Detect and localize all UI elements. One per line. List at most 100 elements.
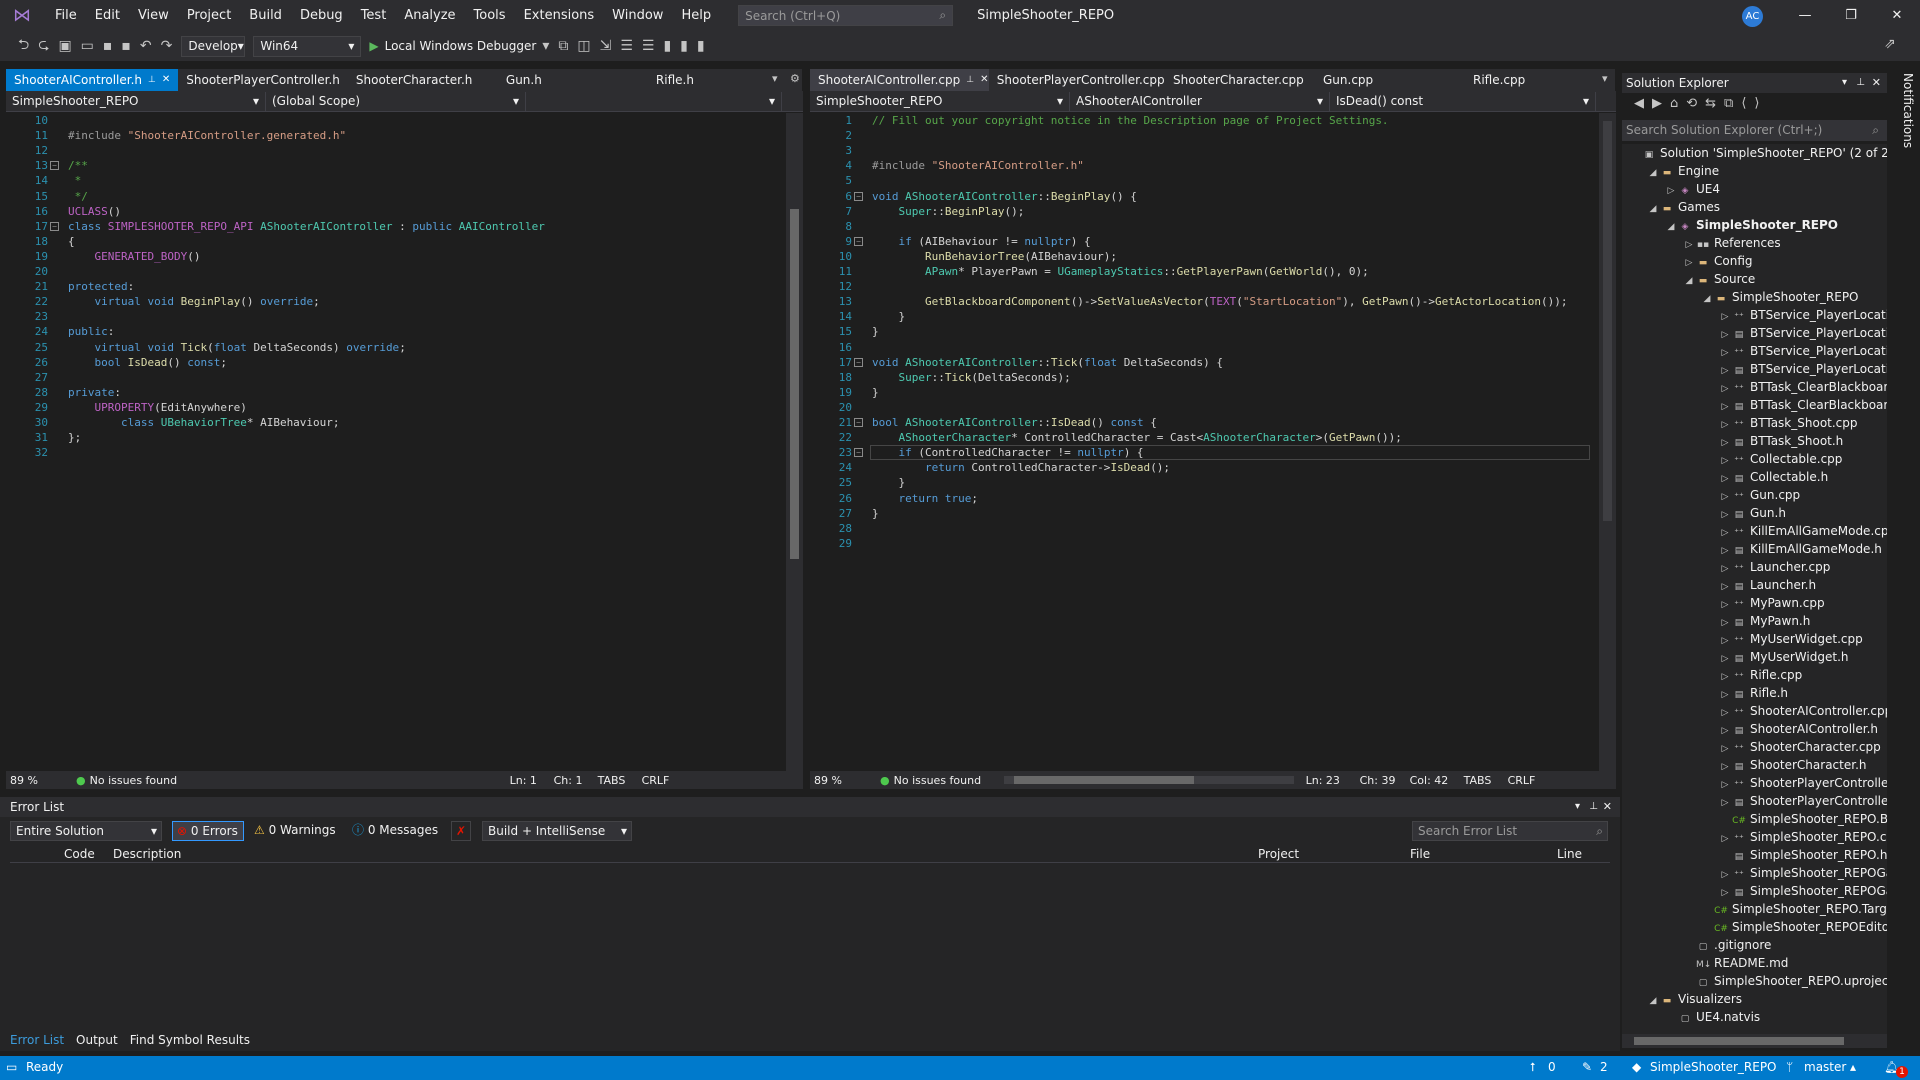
tab-error-list[interactable]: Error List [0, 1029, 70, 1051]
code-line[interactable]: 27 [6, 370, 786, 385]
back-icon[interactable]: ⮌ [18, 34, 29, 58]
horizontal-scrollbar[interactable] [1003, 776, 1294, 784]
menu-item-analyze[interactable]: Analyze [395, 0, 464, 31]
save-icon[interactable]: ▪ [103, 38, 113, 54]
menu-item-window[interactable]: Window [603, 0, 672, 31]
tree-item[interactable]: ▷ ⁺⁺ BTTask_Shoot.cpp [1718, 414, 1858, 432]
column-project[interactable]: Project [1258, 845, 1299, 863]
left-eol[interactable]: CRLF [642, 774, 682, 787]
tree-item[interactable]: ▷ ⁺⁺ ShooterCharacter.cpp [1718, 738, 1881, 756]
tab-shootercharacter-h[interactable]: ShooterCharacter.h [348, 69, 498, 91]
error-scope-select[interactable]: Entire Solution ▾ [10, 821, 162, 841]
code-line[interactable]: 21− bool AShooterAIController::IsDead() c… [810, 415, 1599, 430]
redo-icon[interactable]: ↷ [161, 38, 173, 54]
new-item-icon[interactable]: ▣ [58, 38, 71, 54]
code-line[interactable]: 15 */ [6, 189, 786, 204]
expanded-arrow-icon[interactable]: ◢ [1646, 992, 1660, 1010]
tree-item[interactable]: ◢ ▬ Games [1646, 198, 1720, 216]
menu-item-view[interactable]: View [129, 0, 178, 31]
tree-item[interactable]: ▷⁺⁺ShooterPlayerController.cpp [1718, 774, 1887, 792]
play-icon[interactable]: ▶ [369, 39, 378, 53]
code-line[interactable]: 2 [810, 128, 1599, 143]
right-zoom[interactable]: 89 % [810, 774, 880, 787]
expanded-arrow-icon[interactable]: ◢ [1664, 218, 1678, 236]
tree-item[interactable]: ▷ ▬ Config [1682, 252, 1753, 270]
code-line[interactable]: 12 [6, 143, 786, 158]
tree-item[interactable]: C#SimpleShooter_REPO.Target.cs [1700, 900, 1887, 918]
menu-item-test[interactable]: Test [352, 0, 396, 31]
navigate-icon[interactable]: ⇲ [600, 38, 612, 54]
code-line[interactable]: 14 * [6, 173, 786, 188]
tab-gun-h[interactable]: Gun.h [498, 69, 648, 91]
code-line[interactable]: 7 Super::BeginPlay(); [810, 204, 1599, 219]
column-description[interactable]: Description [113, 845, 181, 863]
close-icon[interactable]: ✕ [162, 69, 170, 91]
close-icon[interactable]: ✕ [1872, 73, 1881, 93]
open-folder-icon[interactable]: ▭ [81, 38, 94, 54]
tree-item[interactable]: ▷ ⁺⁺ Collectable.cpp [1718, 450, 1843, 468]
camera-icon[interactable]: ◫ [577, 38, 590, 54]
code-line[interactable]: 13 GetBlackboardComponent()->SetValueAsV… [810, 294, 1599, 309]
tree-item[interactable]: ▣Solution 'SimpleShooter_REPO' (2 of 2 p… [1628, 144, 1887, 162]
code-line[interactable]: 9− if (AIBehaviour != nullptr) { [810, 234, 1599, 249]
pin-icon[interactable]: ⊥ [1589, 797, 1598, 817]
code-line[interactable]: 8 [810, 219, 1599, 234]
code-line[interactable]: 29 [810, 536, 1599, 551]
tree-item[interactable]: ▷ ▤ Collectable.h [1718, 468, 1829, 486]
solution-horizontal-scrollbar[interactable] [1622, 1034, 1887, 1048]
tree-item[interactable]: ▷⁺⁺BTService_PlayerLocationIfSeen.cpp [1718, 342, 1887, 360]
tree-item[interactable]: ▷ ⁺⁺ Rifle.cpp [1718, 666, 1803, 684]
code-line[interactable]: 28 private: [6, 385, 786, 400]
messages-filter-button[interactable]: ⓘ 0 Messages [352, 821, 442, 841]
code-line[interactable]: 24 public: [6, 324, 786, 339]
tree-item[interactable]: ◢ ▬ Visualizers [1646, 990, 1743, 1010]
pin-icon[interactable]: ⊥ [966, 69, 974, 91]
right-member-select[interactable]: IsDead() const ▾ [1330, 91, 1596, 111]
code-line[interactable]: 28 [810, 521, 1599, 536]
tree-item[interactable]: ▷ ▤ MyUserWidget.h [1718, 648, 1849, 666]
tree-item[interactable]: ▷▤BTService_PlayerLocationIfSeen.h [1718, 360, 1887, 378]
fold-toggle-icon[interactable]: − [854, 448, 863, 458]
prev-bookmark-icon[interactable]: ▮ [680, 38, 688, 54]
tree-item[interactable]: ▷ ⁺⁺ Launcher.cpp [1718, 558, 1831, 576]
debugger-button[interactable]: Local Windows Debugger [385, 39, 537, 53]
left-member-select[interactable]: ▾ [526, 91, 782, 111]
tree-item[interactable]: ◢ ▬ Source [1682, 270, 1756, 288]
tree-item[interactable]: ▤ SimpleShooter_REPO.h [1718, 846, 1887, 864]
tree-item[interactable]: ▢ SimpleShooter_REPO.uproject [1682, 972, 1887, 990]
chevron-down-icon[interactable]: ▾ [542, 38, 549, 54]
tab-rifle-cpp[interactable]: Rifle.cpp [1465, 69, 1615, 91]
code-line[interactable]: 19 GENERATED_BODY() [6, 249, 786, 264]
tree-item[interactable]: ▷▤ShooterPlayerController.h [1718, 792, 1887, 810]
code-line[interactable]: 20 [6, 264, 786, 279]
column-file[interactable]: File [1410, 845, 1430, 863]
tab-shooterplayercontroller-cpp[interactable]: ShooterPlayerController.cpp [989, 69, 1165, 91]
code-line[interactable]: 20 [810, 400, 1599, 415]
code-line[interactable]: 26 bool IsDead() const; [6, 355, 786, 370]
code-line[interactable]: 30 class UBehaviorTree* AIBehaviour; [6, 415, 786, 430]
right-code-editor[interactable]: 1 // Fill out your copyright notice in th… [810, 113, 1599, 771]
tree-item[interactable]: ▢ .gitignore [1682, 936, 1772, 954]
tree-item[interactable]: M↓ README.md [1682, 954, 1788, 972]
code-line[interactable]: 18 Super::Tick(DeltaSeconds); [810, 370, 1599, 385]
left-project-select[interactable]: SimpleShooter_REPO ▾ [6, 91, 266, 111]
repo-name[interactable]: SimpleShooter_REPO [1650, 1060, 1777, 1074]
tree-item[interactable]: C#SimpleShooter_REPOEditor.Target.cs [1700, 918, 1887, 936]
outdent-icon[interactable]: ☰ [642, 38, 655, 54]
branch-name[interactable]: master [1804, 1060, 1846, 1074]
column-line[interactable]: Line [1557, 845, 1582, 863]
pin-icon[interactable]: ⊥ [148, 69, 156, 91]
warnings-filter-button[interactable]: ⚠ 0 Warnings [254, 821, 339, 841]
tree-item[interactable]: ▷ ⁺⁺ MyUserWidget.cpp [1718, 630, 1863, 648]
tree-item[interactable]: ▷ ▤ ShooterCharacter.h [1718, 756, 1867, 774]
right-tabs-mode[interactable]: TABS [1464, 774, 1508, 787]
fold-toggle-icon[interactable]: − [854, 357, 863, 367]
close-icon[interactable]: ✕ [980, 69, 988, 91]
code-line[interactable]: 24 return ControlledCharacter->IsDead(); [810, 460, 1599, 475]
tree-item[interactable]: ◢ ◈ SimpleShooter_REPO [1664, 216, 1838, 234]
fold-toggle-icon[interactable]: − [50, 221, 59, 231]
forward-icon[interactable]: ⮎ [38, 34, 49, 58]
build-filter-select[interactable]: Build + IntelliSense ▾ [482, 821, 632, 841]
left-issues[interactable]: No issues found [90, 774, 510, 787]
tree-item[interactable]: ▷ ⁺⁺ MyPawn.cpp [1718, 594, 1825, 612]
